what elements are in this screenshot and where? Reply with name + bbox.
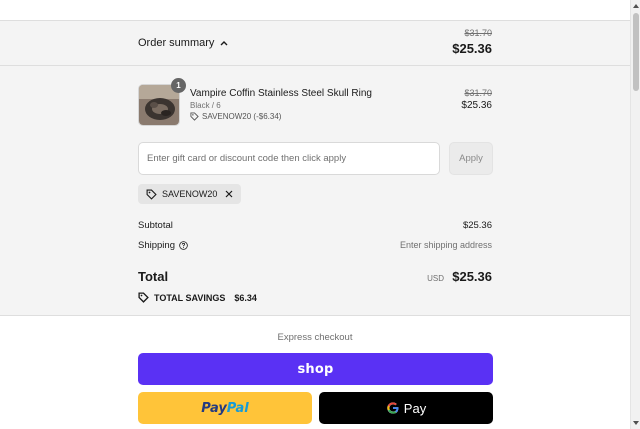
quantity-badge: 1	[171, 78, 186, 93]
chevron-up-icon	[220, 41, 228, 46]
product-name: Vampire Coffin Stainless Steel Skull Rin…	[190, 88, 372, 99]
total-label: Total	[138, 269, 169, 284]
header-total-price: $25.36	[452, 41, 492, 56]
savings-label: TOTAL SAVINGS	[154, 292, 226, 303]
order-summary-header[interactable]: Order summary $31.70 $25.36	[0, 21, 630, 66]
paypal-logo: PayPal	[201, 401, 248, 416]
scrollbar[interactable]	[630, 0, 640, 429]
product-thumbnail-wrapper: 1	[138, 78, 186, 126]
discount-code-input[interactable]	[138, 142, 440, 175]
close-icon	[225, 190, 233, 198]
google-g-icon	[387, 402, 399, 414]
savings-tag-icon	[138, 292, 149, 303]
express-checkout-label: Express checkout	[277, 332, 353, 343]
order-summary-panel: 1 Vampire Coffin Stainless Steel Skull R…	[0, 66, 630, 316]
apply-button[interactable]: Apply	[449, 142, 493, 175]
shipping-label: Shipping	[138, 240, 175, 251]
tag-icon	[146, 189, 157, 200]
paypal-logo-part1: Pay	[201, 400, 227, 416]
scroll-up-arrow-icon[interactable]	[632, 2, 640, 10]
item-compare-price: $31.70	[464, 88, 492, 98]
total-value: $25.36	[452, 269, 492, 284]
top-bar	[0, 0, 630, 21]
scroll-down-arrow-icon[interactable]	[632, 419, 640, 427]
remove-code-button[interactable]	[225, 190, 233, 198]
scrollbar-thumb[interactable]	[633, 13, 639, 91]
question-circle-icon[interactable]	[179, 241, 188, 250]
product-variant: Black / 6	[190, 101, 221, 110]
applied-code-text: SAVENOW20	[162, 189, 218, 199]
shop-pay-logo: shop	[297, 361, 334, 377]
tag-icon	[190, 112, 199, 121]
savings-value: $6.34	[234, 292, 257, 303]
item-discount-text: SAVENOW20 (-$6.34)	[202, 112, 282, 121]
item-price: $25.36	[461, 100, 492, 111]
applied-code-chip: SAVENOW20	[138, 184, 242, 204]
total-savings: TOTAL SAVINGS $6.34	[138, 292, 257, 303]
item-discount: SAVENOW20 (-$6.34)	[190, 112, 281, 121]
paypal-logo-part2: Pal	[226, 400, 249, 416]
paypal-button[interactable]: PayPal	[138, 392, 312, 424]
order-summary-label: Order summary	[138, 37, 215, 49]
google-pay-label: Pay	[403, 400, 427, 416]
shipping-row-label: Shipping	[138, 240, 188, 251]
google-pay-button[interactable]: Pay	[319, 392, 493, 424]
shop-pay-button[interactable]: shop	[138, 353, 493, 385]
shipping-value: Enter shipping address	[399, 240, 492, 250]
header-compare-price: $31.70	[464, 28, 492, 38]
subtotal-label: Subtotal	[138, 220, 173, 231]
total-currency: USD	[427, 274, 444, 283]
subtotal-value: $25.36	[462, 220, 492, 231]
order-summary-toggle[interactable]: Order summary	[138, 37, 228, 49]
